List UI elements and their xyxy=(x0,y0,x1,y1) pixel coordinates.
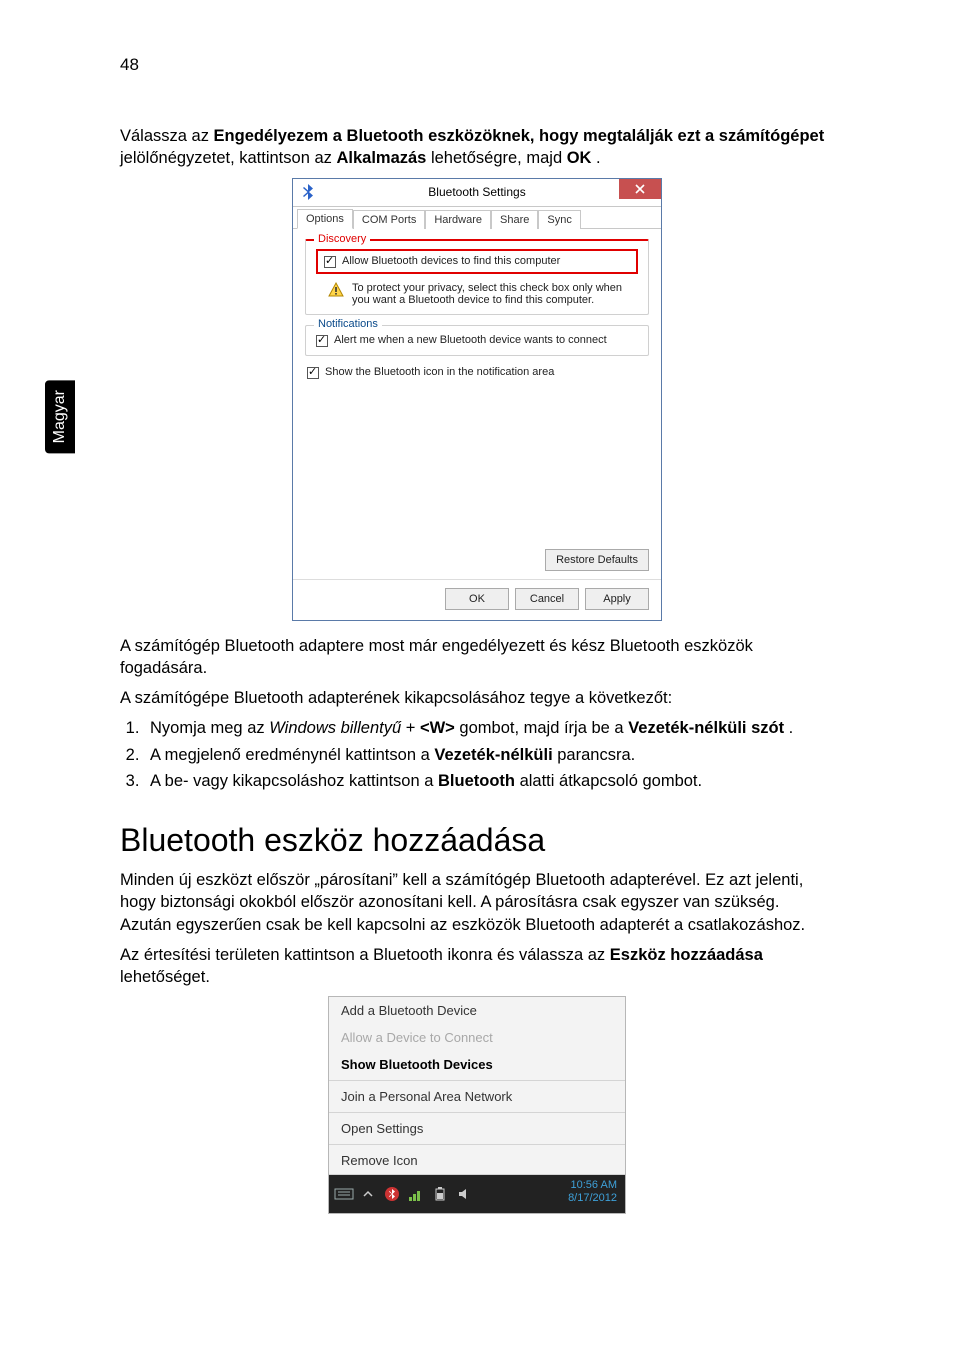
sidebar-language-tab: Magyar xyxy=(45,380,75,453)
label-show-icon: Show the Bluetooth icon in the notificat… xyxy=(325,366,554,378)
text: lehetőséget. xyxy=(120,968,210,986)
cancel-button[interactable]: Cancel xyxy=(515,588,579,610)
warning-icon xyxy=(328,282,344,298)
text-bold: <W> xyxy=(420,719,455,737)
apply-button[interactable]: Apply xyxy=(585,588,649,610)
system-tray: 10:56 AM 8/17/2012 xyxy=(329,1175,625,1213)
text: Nyomja meg az xyxy=(150,719,269,737)
menu-open-settings[interactable]: Open Settings xyxy=(329,1115,625,1142)
bluetooth-settings-dialog: Bluetooth Settings Options COM Ports Har… xyxy=(292,178,662,621)
menu-allow-connect: Allow a Device to Connect xyxy=(329,1024,625,1051)
text: gombot, majd írja be a xyxy=(459,719,628,737)
tab-options[interactable]: Options xyxy=(297,209,353,229)
dialog-titlebar: Bluetooth Settings xyxy=(293,179,661,207)
step-3: A be- vagy kikapcsoláshoz kattintson a B… xyxy=(144,770,834,792)
menu-separator xyxy=(329,1080,625,1081)
text: A megjelenő eredménynél kattintson a xyxy=(150,746,434,764)
tray-date-value: 8/17/2012 xyxy=(568,1192,617,1204)
bluetooth-tray-icon[interactable] xyxy=(383,1185,401,1203)
paragraph-adapter-enabled: A számítógép Bluetooth adaptere most már… xyxy=(120,635,834,680)
bluetooth-context-menu: Add a Bluetooth Device Allow a Device to… xyxy=(329,997,625,1175)
fieldset-notifications: Notifications Alert me when a new Blueto… xyxy=(305,325,649,356)
menu-separator xyxy=(329,1112,625,1113)
text-italic: Windows billentyű xyxy=(269,719,401,737)
chevron-up-icon[interactable] xyxy=(359,1185,377,1203)
tab-sync[interactable]: Sync xyxy=(538,210,580,229)
text: . xyxy=(596,149,601,167)
legend-notifications: Notifications xyxy=(314,318,382,330)
text: parancsra. xyxy=(557,746,635,764)
menu-remove-icon[interactable]: Remove Icon xyxy=(329,1147,625,1174)
text-bold: Vezeték-nélküli xyxy=(434,746,552,764)
close-icon xyxy=(635,184,645,194)
tray-clock[interactable]: 10:56 AM 8/17/2012 xyxy=(568,1179,617,1203)
text-bold: Engedélyezem a Bluetooth eszközöknek, ho… xyxy=(214,127,825,145)
tab-share[interactable]: Share xyxy=(491,210,538,229)
step-2: A megjelenő eredménynél kattintson a Vez… xyxy=(144,744,834,766)
keyboard-icon[interactable] xyxy=(335,1185,353,1203)
paragraph-disable-intro: A számítógépe Bluetooth adapterének kika… xyxy=(120,687,834,709)
text: Válassza az xyxy=(120,127,214,145)
text-bold: Alkalmazás xyxy=(336,149,426,167)
network-icon[interactable] xyxy=(407,1185,425,1203)
tray-figure: Add a Bluetooth Device Allow a Device to… xyxy=(328,996,626,1214)
tab-com-ports[interactable]: COM Ports xyxy=(353,210,425,229)
warning-text: To protect your privacy, select this che… xyxy=(352,282,638,306)
tray-time-value: 10:56 AM xyxy=(568,1179,617,1191)
text: Az értesítési területen kattintson a Blu… xyxy=(120,946,610,964)
dialog-title: Bluetooth Settings xyxy=(428,185,525,199)
text: jelölőnégyzetet, kattintson az xyxy=(120,149,336,167)
label-alert-connect: Alert me when a new Bluetooth device wan… xyxy=(334,334,607,346)
bluetooth-icon xyxy=(301,184,315,205)
text-bold: Bluetooth xyxy=(438,772,515,790)
text: alatti átkapcsoló gombot. xyxy=(520,772,703,790)
fieldset-discovery: Discovery Allow Bluetooth devices to fin… xyxy=(305,239,649,315)
checkbox-show-icon[interactable] xyxy=(307,367,319,379)
checkbox-allow-find[interactable] xyxy=(324,256,336,268)
tab-hardware[interactable]: Hardware xyxy=(425,210,491,229)
close-button[interactable] xyxy=(619,179,661,199)
menu-show-devices[interactable]: Show Bluetooth Devices xyxy=(329,1051,625,1078)
ok-button[interactable]: OK xyxy=(445,588,509,610)
intro-paragraph: Válassza az Engedélyezem a Bluetooth esz… xyxy=(120,125,834,170)
menu-join-pan[interactable]: Join a Personal Area Network xyxy=(329,1083,625,1110)
text: A be- vagy kikapcsoláshoz kattintson a xyxy=(150,772,438,790)
text-bold: Vezeték-nélküli szót xyxy=(628,719,784,737)
restore-defaults-button[interactable]: Restore Defaults xyxy=(545,549,649,571)
volume-icon[interactable] xyxy=(455,1185,473,1203)
text-bold: Eszköz hozzáadása xyxy=(610,946,763,964)
dialog-tabs: Options COM Ports Hardware Share Sync xyxy=(293,207,661,229)
step-1: Nyomja meg az Windows billentyű + <W> go… xyxy=(144,717,834,739)
steps-list: Nyomja meg az Windows billentyű + <W> go… xyxy=(120,717,834,792)
paragraph-add-device: Az értesítési területen kattintson a Blu… xyxy=(120,944,834,989)
text: + xyxy=(406,719,420,737)
label-allow-find: Allow Bluetooth devices to find this com… xyxy=(342,255,560,267)
section-heading: Bluetooth eszköz hozzáadása xyxy=(120,822,834,859)
text: . xyxy=(789,719,794,737)
legend-discovery: Discovery xyxy=(314,233,370,245)
battery-icon[interactable] xyxy=(431,1185,449,1203)
paragraph-pairing: Minden új eszközt először „párosítani” k… xyxy=(120,869,834,936)
menu-add-device[interactable]: Add a Bluetooth Device xyxy=(329,997,625,1024)
text-bold: OK xyxy=(567,149,592,167)
text: lehetőségre, majd xyxy=(431,149,567,167)
menu-separator xyxy=(329,1144,625,1145)
highlight-box: Allow Bluetooth devices to find this com… xyxy=(316,249,638,274)
page-number: 48 xyxy=(120,55,834,75)
checkbox-alert-connect[interactable] xyxy=(316,335,328,347)
